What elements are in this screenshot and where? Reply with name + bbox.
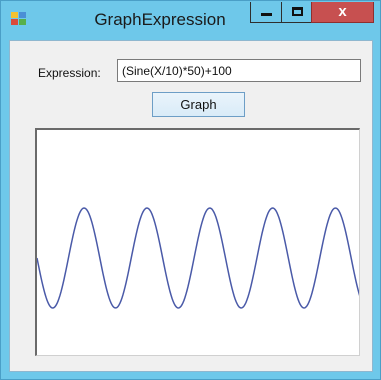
- minimize-button[interactable]: [250, 2, 282, 23]
- minimize-icon: [261, 13, 272, 16]
- expression-input[interactable]: [117, 59, 361, 82]
- app-window: GraphExpression x Expression: Graph: [0, 0, 381, 380]
- form-client-area: Expression: Graph: [9, 40, 373, 372]
- expression-label: Expression:: [38, 66, 101, 80]
- maximize-button[interactable]: [281, 2, 312, 23]
- maximize-icon: [292, 7, 303, 16]
- close-button[interactable]: x: [311, 2, 374, 23]
- graph-button[interactable]: Graph: [152, 92, 245, 117]
- title-bar[interactable]: GraphExpression x: [1, 1, 380, 40]
- graph-canvas: [37, 207, 359, 309]
- close-icon: x: [338, 3, 347, 20]
- graph-line: [37, 207, 359, 309]
- graph-panel: [35, 128, 360, 356]
